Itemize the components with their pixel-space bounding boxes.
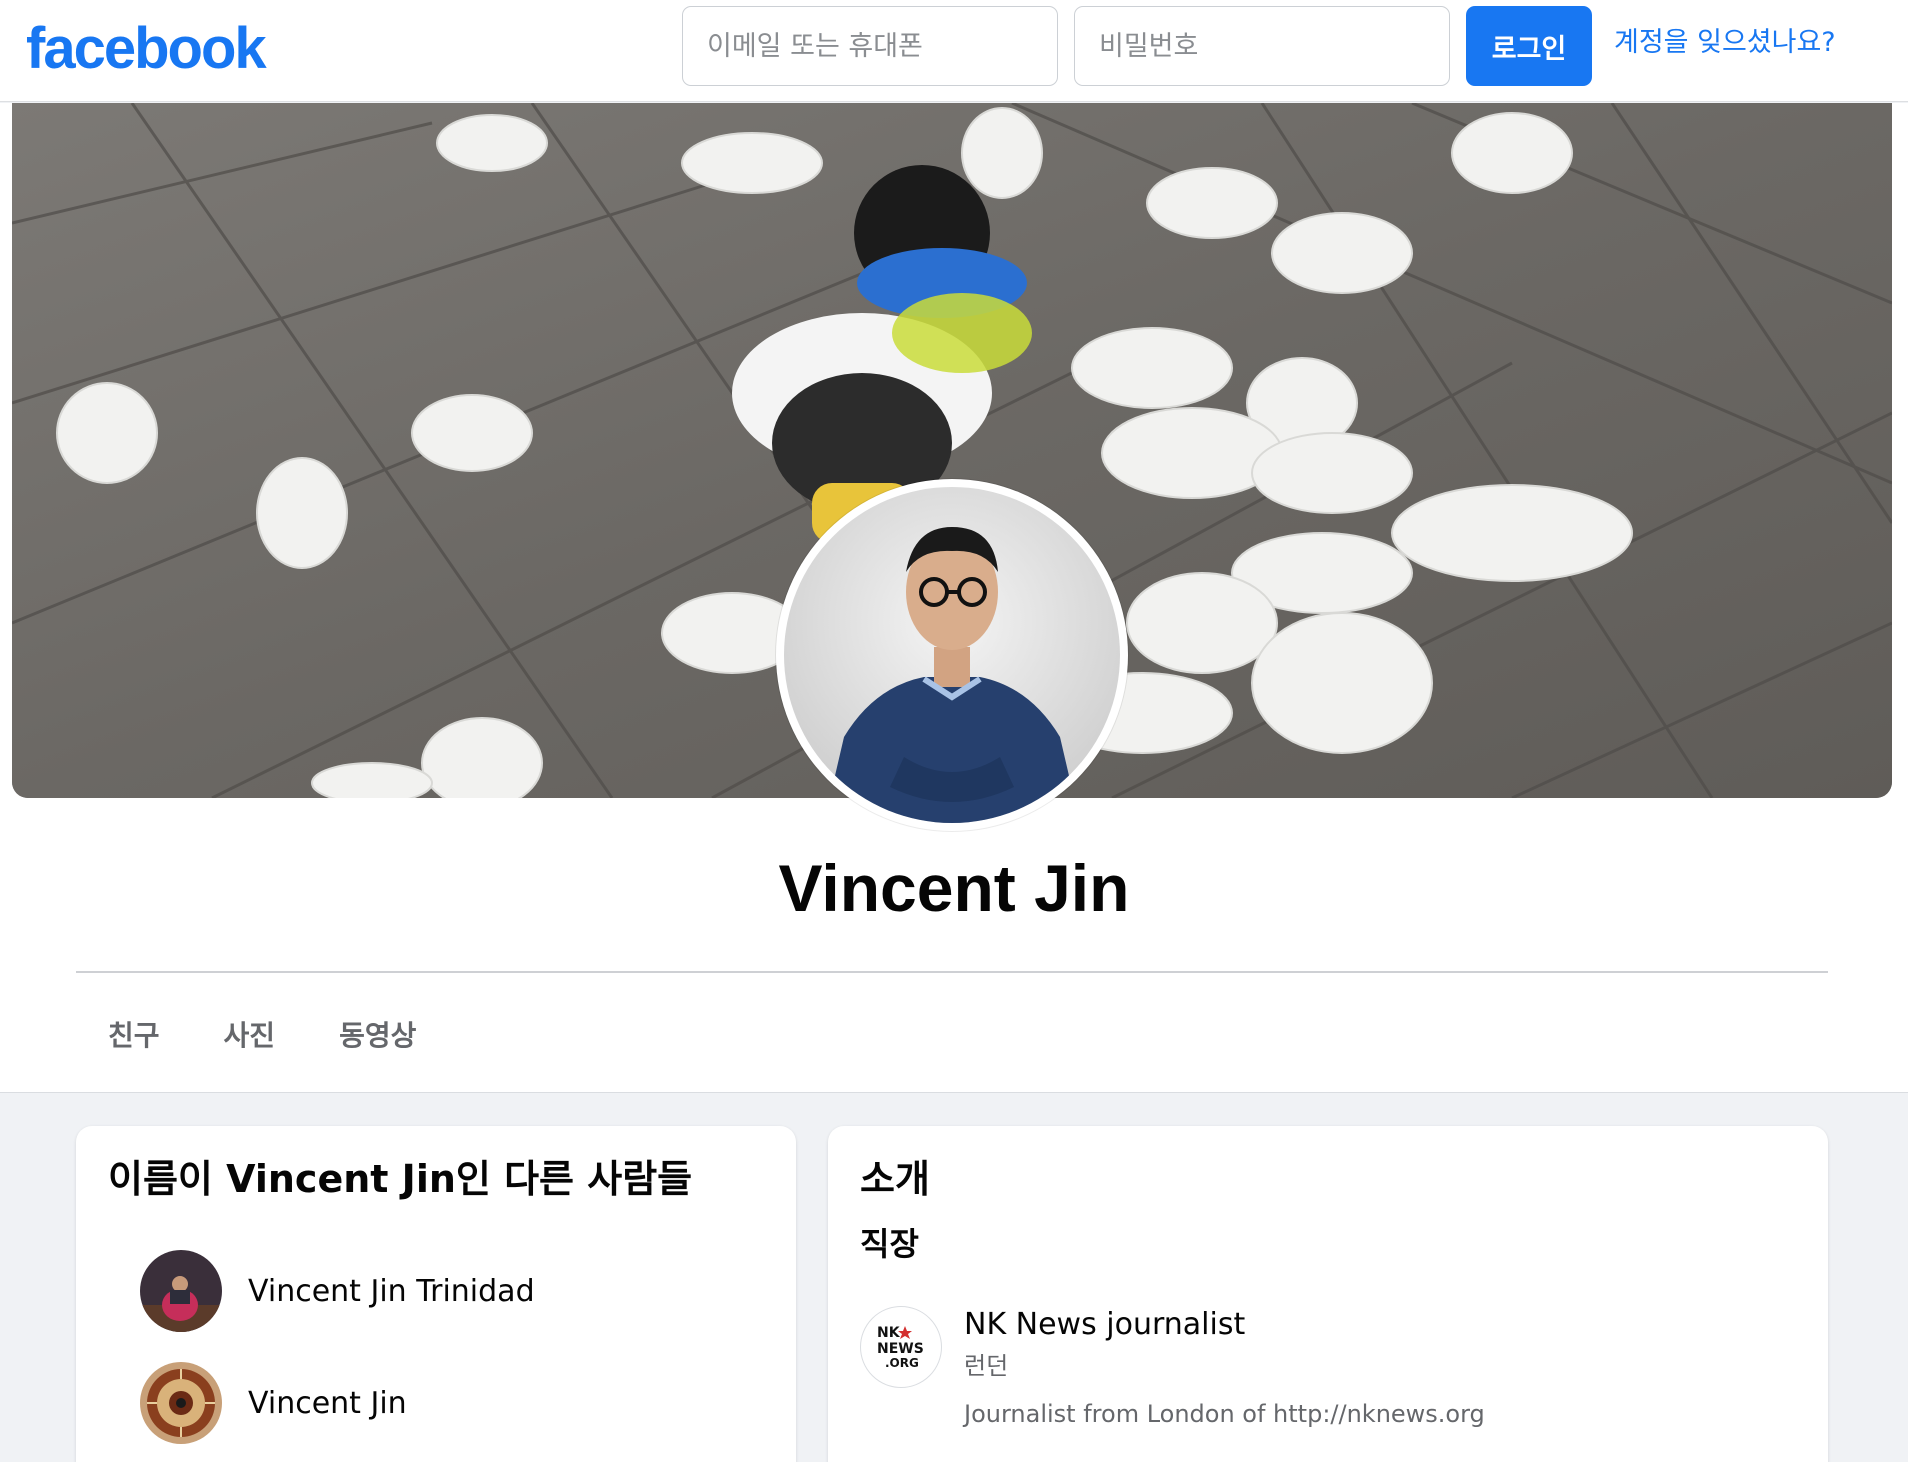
list-item[interactable]: Vincent Jin Trinidad [140, 1250, 535, 1332]
header-divider [76, 971, 1828, 973]
tab-friends[interactable]: 친구 [76, 1003, 192, 1073]
list-item[interactable]: Vincent Jin [140, 1362, 407, 1444]
work-title[interactable]: NK News journalist [964, 1304, 1245, 1346]
work-location: 런던 [964, 1352, 1009, 1380]
top-navigation-bar: facebook 로그인 계정을 잊으셨나요? [0, 0, 1908, 102]
tab-videos[interactable]: 동영상 [307, 1003, 448, 1073]
profile-photo [784, 487, 1120, 823]
email-input[interactable] [682, 6, 1058, 86]
avatar [140, 1362, 222, 1444]
logo-text-2: NEWS [877, 1341, 924, 1357]
intro-card: 소개 직장 NK NEWS .ORG NK News journalist 런던… [828, 1126, 1828, 1462]
login-button[interactable]: 로그인 [1466, 6, 1592, 86]
forgot-account-link[interactable]: 계정을 잊으셨나요? [1614, 22, 1836, 64]
facebook-logo[interactable]: facebook [26, 14, 267, 84]
work-heading: 직장 [860, 1225, 919, 1263]
other-people-title: 이름이 Vincent Jin인 다른 사람들 [108, 1157, 693, 1201]
work-description: Journalist from London of http://nknews.… [964, 1400, 1485, 1428]
nk-news-logo: NK NEWS .ORG [860, 1306, 942, 1388]
other-people-card: 이름이 Vincent Jin인 다른 사람들 Vincent Jin Trin… [76, 1126, 796, 1462]
profile-tabs: 친구 사진 동영상 [76, 1003, 448, 1073]
profile-header: Vincent Jin 친구 사진 동영상 [0, 103, 1908, 1093]
profile-name: Vincent Jin [778, 851, 1130, 925]
avatar [140, 1250, 222, 1332]
person-name: Vincent Jin Trinidad [248, 1273, 535, 1309]
intro-title: 소개 [860, 1157, 930, 1201]
tab-photos[interactable]: 사진 [192, 1003, 308, 1073]
logo-text-1: NK [877, 1325, 901, 1341]
password-input[interactable] [1074, 6, 1450, 86]
logo-text-3: .ORG [885, 1356, 919, 1370]
profile-avatar[interactable] [776, 479, 1128, 831]
person-name: Vincent Jin [248, 1385, 407, 1421]
